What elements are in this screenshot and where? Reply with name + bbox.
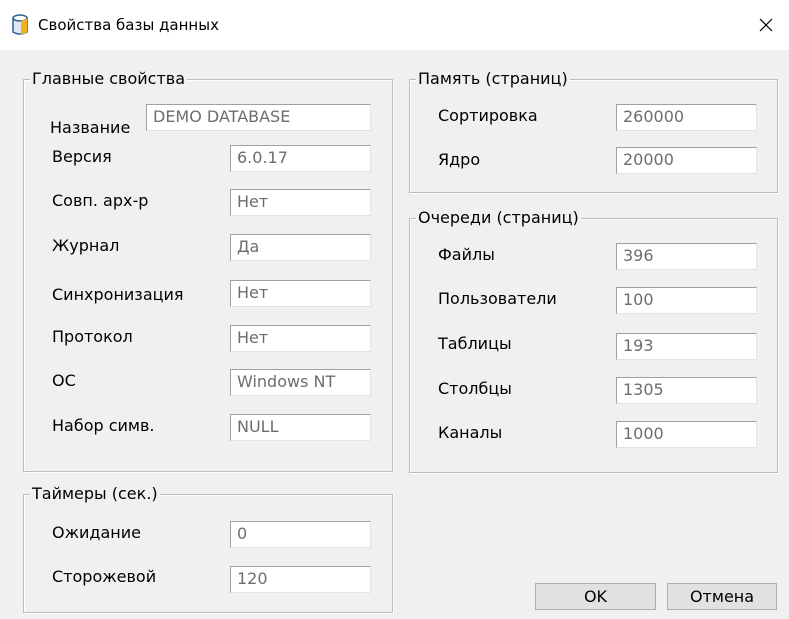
version-label: Версия	[52, 147, 112, 166]
charset-field[interactable]: NULL	[230, 414, 371, 441]
protocol-label: Протокол	[52, 327, 133, 346]
database-icon	[12, 14, 28, 36]
watchdog-field[interactable]: 120	[230, 566, 371, 593]
wait-field[interactable]: 0	[230, 521, 371, 548]
protocol-field[interactable]: Нет	[230, 325, 371, 352]
watchdog-label: Сторожевой	[52, 567, 157, 586]
memory-legend: Память (страниц)	[416, 69, 570, 89]
sync-field[interactable]: Нет	[230, 280, 371, 307]
sorting-label: Сортировка	[438, 106, 538, 125]
version-field[interactable]: 6.0.17	[230, 145, 371, 172]
kernel-field[interactable]: 20000	[616, 147, 757, 174]
columns-field[interactable]: 1305	[616, 377, 757, 404]
title-bar: Свойства базы данных	[0, 0, 789, 50]
timers-legend: Таймеры (сек.)	[30, 484, 160, 504]
users-field[interactable]: 100	[616, 287, 757, 314]
ok-button[interactable]: OK	[535, 583, 656, 610]
sorting-field[interactable]: 260000	[616, 104, 757, 131]
memory-group: Память (страниц)	[409, 69, 778, 193]
users-label: Пользователи	[438, 289, 557, 308]
window-title: Свойства базы данных	[38, 16, 219, 34]
cancel-button[interactable]: Отмена	[667, 583, 777, 610]
sync-label: Синхронизация	[52, 285, 184, 304]
name-field[interactable]: DEMO DATABASE	[146, 104, 371, 131]
tables-label: Таблицы	[438, 334, 512, 353]
close-button[interactable]	[743, 0, 789, 50]
compat-arch-field[interactable]: Нет	[230, 189, 371, 216]
queues-legend: Очереди (страниц)	[416, 208, 581, 228]
wait-label: Ожидание	[52, 523, 141, 542]
name-label: Название	[50, 118, 131, 137]
journal-field[interactable]: Да	[230, 234, 371, 261]
columns-label: Столбцы	[438, 379, 512, 398]
close-icon	[759, 18, 773, 32]
kernel-label: Ядро	[438, 150, 481, 169]
compat-arch-label: Совп. арх-р	[52, 191, 149, 210]
timers-group: Таймеры (сек.)	[23, 484, 393, 613]
files-label: Файлы	[438, 245, 495, 264]
channels-label: Каналы	[438, 423, 503, 442]
charset-label: Набор симв.	[52, 416, 155, 435]
main-properties-legend: Главные свойства	[30, 69, 188, 89]
journal-label: Журнал	[52, 236, 120, 255]
files-field[interactable]: 396	[616, 243, 757, 270]
os-field[interactable]: Windows NT	[230, 369, 371, 396]
channels-field[interactable]: 1000	[616, 421, 757, 448]
os-label: ОС	[52, 371, 76, 390]
tables-field[interactable]: 193	[616, 333, 757, 360]
